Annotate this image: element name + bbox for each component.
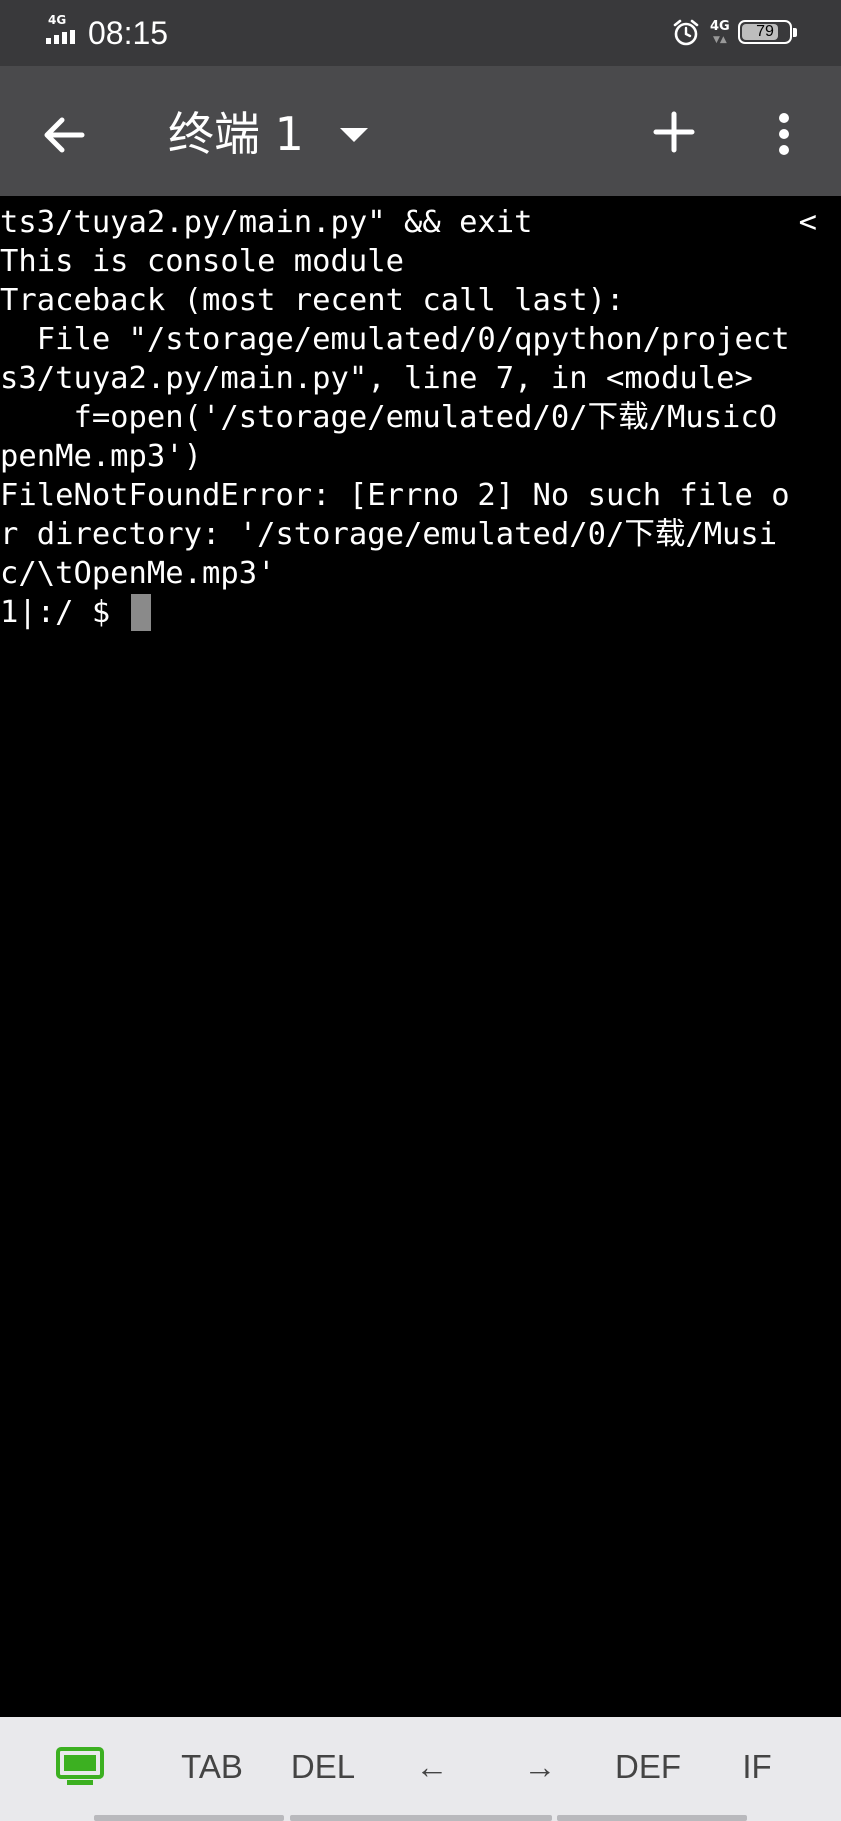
key-tab[interactable]: TAB [172,1739,252,1795]
terminal-session-title[interactable]: 终端 1 [168,104,304,164]
terminal-line: Traceback (most recent call last): [0,283,625,318]
terminal-line: r directory: '/storage/emulated/0/下载/Mus… [0,517,778,552]
key-group-divider [557,1815,747,1821]
key-group-divider [290,1815,552,1821]
status-bar: 4G 08:15 4G ▼▲ 79 [0,0,841,66]
back-arrow-icon[interactable] [36,106,94,164]
terminal-line: ts3/tuya2.py/main.py" && exit [0,205,533,240]
key-left-arrow[interactable]: ← [400,1739,464,1795]
battery-icon: 79 [738,20,797,44]
key-group-divider [94,1815,284,1821]
text-cursor [130,594,151,631]
extra-keys-bar: TAB DEL ← → DEF IF [0,1717,841,1821]
terminal-line: f=open('/storage/emulated/0/下载/MusicO [0,400,778,435]
key-del[interactable]: DEL [282,1739,364,1795]
status-time: 08:15 [88,15,169,51]
alarm-icon [673,19,699,46]
terminal-line: File "/storage/emulated/0/qpython/projec… [0,322,790,357]
key-if[interactable]: IF [732,1739,782,1795]
dropdown-triangle-icon[interactable] [336,122,372,148]
terminal-line: penMe.mp3') [0,439,202,474]
terminal-line: FileNotFoundError: [Errno 2] No such fil… [0,478,790,513]
keyboard-toggle-icon[interactable] [55,1747,105,1787]
plus-icon[interactable] [648,106,700,158]
scroll-indicator: < [798,205,817,240]
terminal-line: c/\tOpenMe.mp3' [0,556,276,591]
terminal-line: s3/tuya2.py/main.py", line 7, in <module… [0,361,753,396]
app-bar: 终端 1 [0,66,841,196]
screen: 4G 08:15 4G ▼▲ 79 终端 1 < ts3/tuya2.py/ma… [0,0,841,1821]
terminal-line: This is console module [0,244,404,279]
key-right-arrow[interactable]: → [508,1739,572,1795]
more-vert-icon[interactable] [768,108,800,160]
key-def[interactable]: DEF [608,1739,688,1795]
network-type-label: 4G [48,13,67,27]
terminal-output[interactable]: < ts3/tuya2.py/main.py" && exit This is … [0,203,841,1713]
mobile-data-indicator: 4G ▼▲ [710,19,730,45]
signal-icon: 4G [46,14,82,48]
terminal-prompt: 1|:/ $ [0,595,129,630]
battery-percent: 79 [756,23,774,40]
terminal-prompt-line[interactable]: 1|:/ $ [0,593,841,632]
